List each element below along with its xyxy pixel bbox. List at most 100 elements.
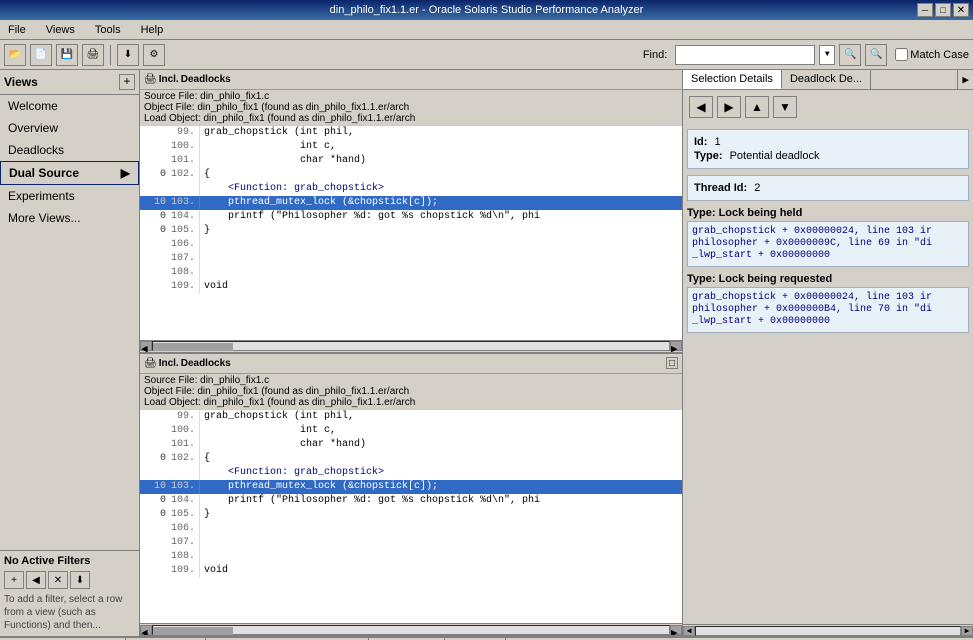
hscroll-left[interactable]: ◀ [140,341,152,351]
line-count [140,238,170,252]
table-row: 0 105. } [140,508,682,522]
open-icon: 📂 [9,49,21,60]
save-button[interactable]: 💾 [56,44,78,66]
line-number: 103. [170,480,200,494]
settings-button[interactable]: ⚙ [143,44,165,66]
bottom-hscroll[interactable]: ◀ ▶ [140,623,682,635]
line-number: 102. [170,168,200,182]
line-count: 0 [140,168,170,182]
stack-entry-1[interactable]: grab_chopstick + 0x00000024, line 103 ir [692,226,964,237]
pane-expand-button[interactable]: □ [666,357,678,369]
table-row: 107. [140,252,682,266]
bottom-hscroll-thumb[interactable] [153,627,233,635]
hscroll-thumb[interactable] [153,343,233,351]
filter-back-button[interactable]: ◀ [26,571,46,589]
line-content: int c, [200,424,336,438]
line-number: 107. [170,536,200,550]
nav-down-button[interactable]: ▼ [773,96,797,118]
bottom-source-text: Source File: din_philo_fix1.c [144,375,678,386]
bottom-hscroll-left[interactable]: ◀ [140,625,152,635]
sidebar-add-button[interactable]: + [119,74,135,90]
hscroll-track[interactable] [152,341,670,351]
sidebar-item-welcome[interactable]: Welcome [0,95,139,117]
find-label: Find: [643,49,667,61]
open-button[interactable]: 📂 [4,44,26,66]
sidebar-item-dual-source[interactable]: Dual Source ▶ [0,161,139,185]
tab-deadlock-details[interactable]: Deadlock De... [782,70,871,89]
nav-prev-button[interactable]: ◀ [689,96,713,118]
stack-entry-5[interactable]: philosopher + 0x000000B4, line 70 in "di [692,304,964,315]
line-number: 101. [170,154,200,168]
bottom-code-scroll[interactable]: 99. grab_chopstick (int phil, 100. int c… [140,410,682,624]
filter-funnel-button[interactable]: ⬇ [70,571,90,589]
sidebar-item-more-views[interactable]: More Views... [0,207,139,229]
table-row: 99. grab_chopstick (int phil, [140,410,682,424]
menu-tools[interactable]: Tools [91,23,125,37]
match-case-checkbox[interactable] [895,48,908,61]
bottom-hscroll-right[interactable]: ▶ [670,625,682,635]
stack-entry-2[interactable]: philosopher + 0x0000009C, line 69 in "di [692,238,964,249]
menu-file[interactable]: File [4,23,30,37]
line-count [140,154,170,168]
top-deadlocks-label: Deadlocks [181,74,231,85]
find-input[interactable] [675,45,815,65]
nav-up-button[interactable]: ▲ [745,96,769,118]
find-next-icon: 🔍 [870,49,882,60]
right-hscroll-track[interactable] [695,626,961,636]
print-icon: 🖨 [87,49,100,60]
print-button[interactable]: 🖨 [82,44,104,66]
right-hscroll-left[interactable]: ◀ [683,626,695,636]
table-row[interactable]: 10 103. pthread_mutex_lock (&chopstick[c… [140,196,682,210]
line-number: 106. [170,238,200,252]
menu-views[interactable]: Views [42,23,79,37]
filter-title: No Active Filters [4,555,135,567]
menu-help[interactable]: Help [137,23,168,37]
table-row: 109. void [140,280,682,294]
line-count [140,536,170,550]
minimize-button[interactable]: ─ [917,3,933,17]
right-panel-tabs: Selection Details Deadlock De... ▶ [683,70,973,90]
filter-button[interactable]: ⬇ [117,44,139,66]
find-next-button[interactable]: 🔍 [865,44,887,66]
table-row[interactable]: 10 103. pthread_mutex_lock (&chopstick[c… [140,480,682,494]
stack-entry-4[interactable]: grab_chopstick + 0x00000024, line 103 ir [692,292,964,303]
match-case-option[interactable]: Match Case [895,48,969,61]
bottom-code-pane: 🖨 Incl. Deadlocks □ Source File: din_phi… [140,354,682,637]
sidebar-item-deadlocks[interactable]: Deadlocks [0,139,139,161]
right-panel: Selection Details Deadlock De... ▶ ◀ ▶ ▲… [683,70,973,636]
new-button[interactable]: 📄 [30,44,52,66]
line-number [170,466,200,480]
tab-overflow-button[interactable]: ▶ [957,70,973,89]
maximize-button[interactable]: □ [935,3,951,17]
top-incl-label: Incl. [159,74,179,85]
id-row: Id: 1 [694,136,962,148]
top-code-scroll[interactable]: 99. grab_chopstick (int phil, 100. int c… [140,126,682,340]
sidebar-item-overview[interactable]: Overview [0,117,139,139]
lock-requested-type-label: Type: Lock being requested [687,273,969,285]
find-dropdown[interactable]: ▼ [819,45,835,65]
close-button[interactable]: ✕ [953,3,969,17]
filter-add-button[interactable]: + [4,571,24,589]
line-count: 0 [140,494,170,508]
bottom-hscroll-track[interactable] [152,625,670,635]
hscroll-right[interactable]: ▶ [670,341,682,351]
sidebar-item-experiments[interactable]: Experiments [0,185,139,207]
stack-entry-3[interactable]: _lwp_start + 0x00000000 [692,250,964,261]
line-content: char *hand) [200,154,366,168]
table-row: 100. int c, [140,424,682,438]
right-hscroll[interactable]: ◀ ▶ [683,624,973,636]
line-count [140,182,170,196]
top-hscroll[interactable]: ◀ ▶ [140,340,682,352]
tab-selection-details[interactable]: Selection Details [683,70,782,89]
table-row: 99. grab_chopstick (int phil, [140,126,682,140]
sidebar-item-overview-label: Overview [8,121,58,135]
find-prev-button[interactable]: 🔍 [839,44,861,66]
selection-nav: ◀ ▶ ▲ ▼ [683,90,973,125]
filter-remove-button[interactable]: ✕ [48,571,68,589]
table-row: 0 102. { [140,168,682,182]
line-number: 103. [170,196,200,210]
line-content [200,536,204,550]
nav-next-button[interactable]: ▶ [717,96,741,118]
stack-entry-6[interactable]: _lwp_start + 0x00000000 [692,316,964,327]
right-hscroll-right[interactable]: ▶ [961,626,973,636]
